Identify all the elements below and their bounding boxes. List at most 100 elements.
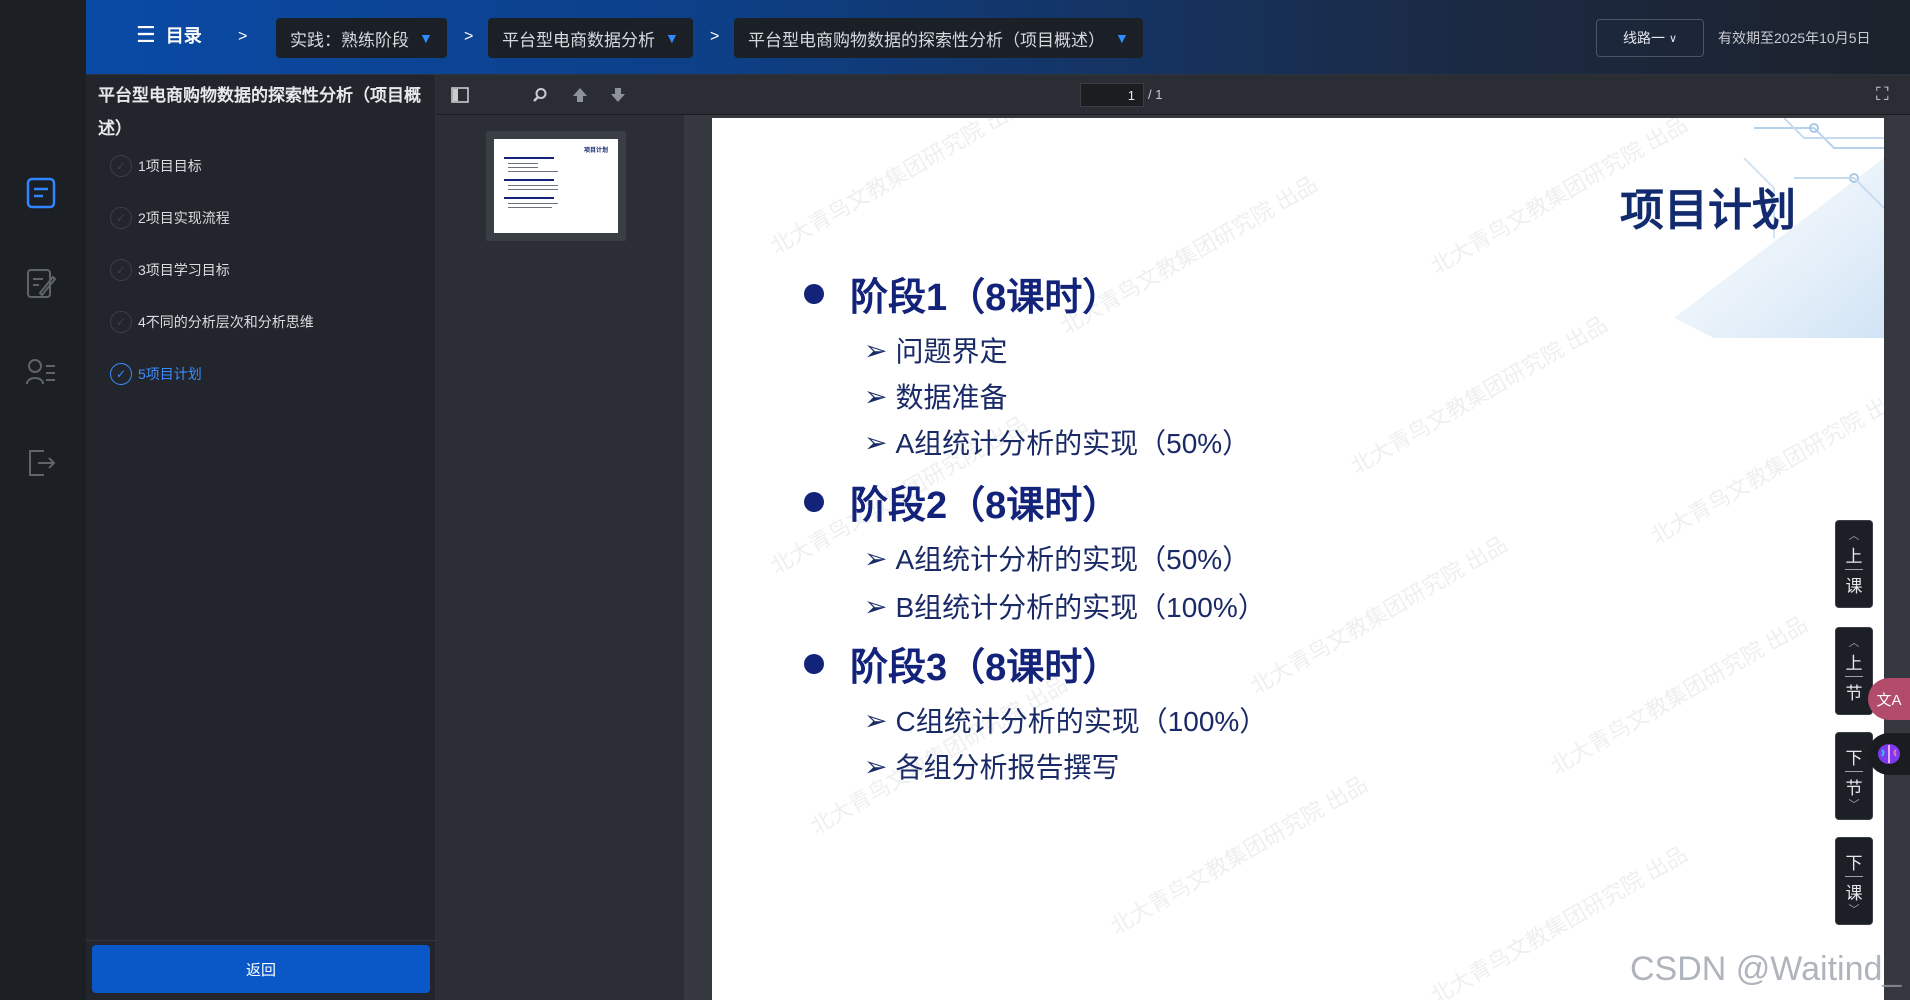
stage-item-label: C组统计分析的实现（100%） [895,706,1268,737]
sidebar-title: 平台型电商购物数据的探索性分析（项目概述） [98,86,421,138]
nav-char: 节 [1845,683,1863,703]
csdn-watermark: CSDN @Waitind_ [1630,950,1902,988]
left-icon-rail [0,0,86,1000]
stage-item-label: 问题界定 [895,336,1008,367]
breadcrumb-chapter-label: 平台型电商购物数据的探索性分析（项目概述） [748,30,1105,50]
thumbnail-panel: 项目计划 [436,115,684,1000]
stage-item-label: B组统计分析的实现（100%） [895,592,1266,623]
stage-item-label: 数据准备 [895,382,1008,413]
breadcrumb-stage[interactable]: 实践：熟练阶段 ▼ [276,18,447,58]
catalog-menu[interactable]: ☰ 目录 [136,22,202,48]
stage-item: ➢ 问题界定 [864,330,1007,370]
chevron-down-icon: ∨ [1668,32,1678,45]
watermark: 北大青鸟文教集团研究院 出品 [1546,611,1812,780]
watermark: 北大青鸟文教集团研究院 出品 [1106,771,1372,940]
stage-item-label: A组统计分析的实现（50%） [895,544,1251,575]
page-total: / 1 [1148,87,1163,102]
arrow-bullet-icon: ➢ [864,750,888,782]
lesson-item[interactable]: ✓ 3项目学习目标 [110,259,230,281]
route-select-button[interactable]: 线路一 ∨ [1596,19,1704,57]
stage-title: 阶段3（8课时） [850,647,1121,689]
arrow-bullet-icon: ➢ [864,542,888,574]
stage-title: 阶段2（8课时） [850,485,1121,527]
check-circle-icon: ✓ [110,311,132,333]
nav-char: 课 [1845,576,1863,596]
chevron-up-icon: ︿ [1848,636,1860,649]
next-lesson-button[interactable]: 下 课 ﹀ [1835,837,1873,925]
sidebar-toggle-icon[interactable] [446,82,474,108]
lesson-label: 2项目实现流程 [138,210,230,226]
page-number-input[interactable] [1080,83,1144,107]
dropdown-arrow-icon: ▼ [665,30,679,46]
sidebar-divider [86,940,436,941]
bullet-dot [804,283,824,304]
watermark: 北大青鸟文教集团研究院 出品 [1246,531,1512,700]
check-circle-icon: ✓ [110,259,132,281]
breadcrumb-separator: > [238,28,248,45]
search-icon[interactable] [526,82,554,108]
breadcrumb-separator: > [464,28,474,45]
watermark: 北大青鸟文教集团研究院 出品 [766,118,1032,260]
lesson-label: 4不同的分析层次和分析思维 [138,314,314,330]
stage-item-label: 各组分析报告撰写 [895,752,1120,783]
pdf-toolbar: / 1 [436,75,1910,115]
back-button[interactable]: 返回 [92,945,430,993]
translate-icon[interactable]: 文A [1868,678,1910,720]
stage-item: ➢ A组统计分析的实现（50%） [864,538,1250,578]
check-circle-icon: ✓ [110,363,132,385]
courseware-icon[interactable] [22,174,60,212]
previous-lesson-button[interactable]: ︿ 上 课 [1835,520,1873,608]
stage-item: ➢ 数据准备 [864,376,1007,416]
arrow-bullet-icon: ➢ [864,380,888,412]
breadcrumb-course[interactable]: 平台型电商数据分析 ▼ [488,18,693,58]
stage-item: ➢ 各组分析报告撰写 [864,746,1119,786]
arrow-bullet-icon: ➢ [864,334,888,366]
thumbnail-title: 项目计划 [583,148,608,154]
fullscreen-icon[interactable]: ⛶ [1876,84,1889,105]
lesson-label: 5项目计划 [138,366,202,382]
chevron-down-icon: ﹀ [1848,903,1860,916]
notes-edit-icon[interactable] [22,264,60,302]
nav-char: 课 [1845,883,1863,903]
exit-icon[interactable] [22,444,60,482]
arrow-bullet-icon: ➢ [864,704,888,736]
nav-char: 上 [1845,546,1863,566]
stage-item: ➢ A组统计分析的实现（50%） [864,422,1250,462]
nav-char: 下 [1845,853,1863,873]
nav-char: 下 [1845,748,1863,768]
user-list-icon[interactable] [22,354,60,392]
breadcrumb-course-label: 平台型电商数据分析 [502,30,655,50]
page-thumbnail[interactable]: 项目计划 [486,131,626,241]
arrow-bullet-icon: ➢ [864,590,888,622]
list-menu-icon: ☰ [136,22,156,47]
nav-char: 节 [1845,778,1863,798]
stage-item-label: A组统计分析的实现（50%） [895,428,1251,459]
stage-item: ➢ B组统计分析的实现（100%） [864,586,1266,626]
breadcrumb-chapter[interactable]: 平台型电商购物数据的探索性分析（项目概述） ▼ [734,18,1143,58]
nav-char: 上 [1845,653,1863,673]
next-page-icon[interactable] [604,82,632,108]
stage-title: 阶段1（8课时） [850,277,1121,319]
lesson-sidebar: 平台型电商购物数据的探索性分析（项目概述） ✓ 1项目目标 ✓ 2项目实现流程 … [86,75,436,1000]
lesson-label: 3项目学习目标 [138,262,230,278]
next-section-button[interactable]: 下 节 ﹀ [1835,732,1873,820]
bullet-dot [804,653,824,674]
slide-title: 项目计划 [1620,186,1796,235]
dropdown-arrow-icon: ▼ [1115,30,1129,46]
breadcrumb-separator: > [710,28,720,45]
lesson-item[interactable]: ✓ 4不同的分析层次和分析思维 [110,311,314,333]
chevron-down-icon: ﹀ [1848,798,1860,811]
lesson-label: 1项目目标 [138,158,202,174]
watermark: 北大青鸟文教集团研究院 出品 [1346,311,1612,480]
previous-page-icon[interactable] [566,82,594,108]
ai-brain-icon[interactable] [1868,733,1910,775]
stage-heading: 阶段3（8课时） [804,636,1120,691]
arrow-bullet-icon: ➢ [864,426,888,458]
lesson-item[interactable]: ✓ 1项目目标 [110,155,202,177]
catalog-label: 目录 [165,26,202,46]
stage-item: ➢ C组统计分析的实现（100%） [864,700,1267,740]
dropdown-arrow-icon: ▼ [419,30,433,46]
lesson-item-active[interactable]: ✓ 5项目计划 [110,363,202,385]
check-circle-icon: ✓ [110,155,132,177]
lesson-item[interactable]: ✓ 2项目实现流程 [110,207,230,229]
